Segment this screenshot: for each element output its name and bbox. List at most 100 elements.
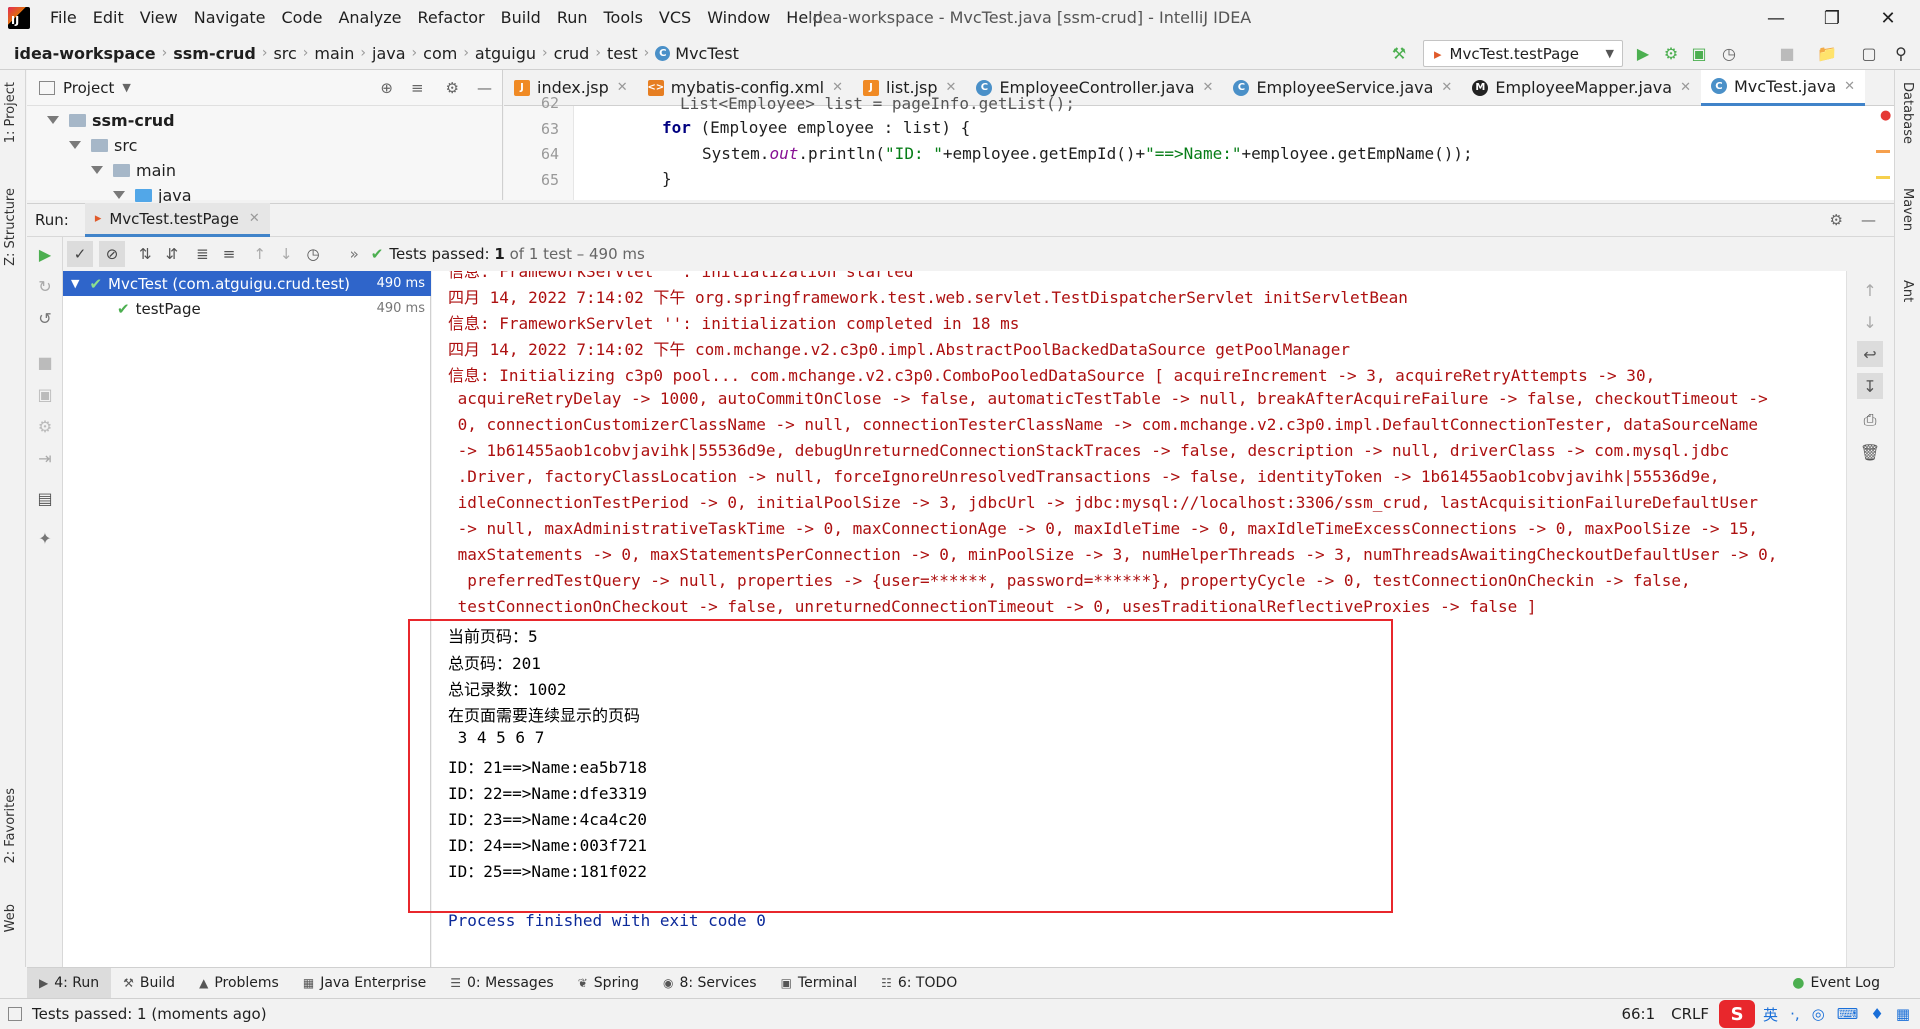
print-icon[interactable]: ⎙: [1859, 409, 1881, 431]
menu-navigate[interactable]: Navigate: [186, 0, 274, 36]
bottom-tab[interactable]: ▦ Java Enterprise: [291, 968, 438, 999]
close-icon[interactable]: ✕: [617, 80, 628, 95]
error-indicator-icon[interactable]: ●: [1880, 108, 1891, 123]
debug-icon[interactable]: ⚙: [1660, 42, 1682, 64]
breadcrumb-item[interactable]: crud: [554, 44, 590, 63]
expand-arrow-icon[interactable]: [69, 141, 81, 149]
menu-refactor[interactable]: Refactor: [410, 0, 493, 36]
punctuation-icon[interactable]: ·,: [1790, 1005, 1800, 1023]
close-icon[interactable]: ✕: [1844, 79, 1855, 94]
collapse-all-icon[interactable]: ≡: [411, 79, 424, 97]
maximize-button[interactable]: ❐: [1806, 0, 1858, 36]
keyboard-icon[interactable]: ⌨: [1837, 1005, 1859, 1023]
bottom-tab[interactable]: ☰ 0: Messages: [438, 968, 566, 999]
rerun-icon[interactable]: ▶: [34, 243, 56, 265]
breadcrumb-item[interactable]: atguigu: [475, 44, 536, 63]
arrow-up-icon[interactable]: ↑: [253, 245, 266, 263]
project-tree-item[interactable]: main: [91, 158, 176, 182]
menu-build[interactable]: Build: [493, 0, 549, 36]
test-tree-item[interactable]: ✔ testPage 490 ms: [63, 296, 431, 321]
ant-tool-tab[interactable]: Ant: [1900, 280, 1915, 302]
toolbox-icon[interactable]: ▦: [1896, 1005, 1910, 1023]
layout-icon[interactable]: ▤: [34, 487, 56, 509]
project-tool-tab[interactable]: 1: Project: [3, 82, 18, 143]
test-tree-item[interactable]: ▼ ✔ MvcTest (com.atguigu.crud.test) 490 ms: [63, 271, 431, 296]
editor-tab[interactable]: C EmployeeService.java ✕: [1223, 70, 1462, 106]
breadcrumb-item[interactable]: main: [314, 44, 354, 63]
coverage-icon[interactable]: ▣: [1688, 42, 1710, 64]
sort-duration-icon[interactable]: ⇵: [166, 245, 179, 263]
project-tree-item[interactable]: src: [69, 133, 137, 157]
sogou-ime-icon[interactable]: S: [1719, 1000, 1756, 1028]
bottom-tab[interactable]: ▣ Terminal: [769, 968, 870, 999]
menu-window[interactable]: Window: [699, 0, 778, 36]
sort-alpha-icon[interactable]: ⇅: [139, 245, 152, 263]
run-tab[interactable]: ▸ MvcTest.testPage ✕: [84, 203, 270, 237]
breadcrumb-item[interactable]: com: [423, 44, 457, 63]
bottom-tab[interactable]: ▶ 4: Run: [27, 967, 112, 999]
toggle-autotest-icon[interactable]: ↺: [34, 307, 56, 329]
structure-tool-tab[interactable]: Z: Structure: [3, 188, 18, 266]
run-icon[interactable]: ▶: [1632, 42, 1654, 64]
layout-icon[interactable]: ▢: [1858, 42, 1880, 64]
expand-arrow-icon[interactable]: ▼: [71, 277, 79, 290]
run-config-select[interactable]: ▸ MvcTest.testPage ▼: [1423, 40, 1623, 67]
search-icon[interactable]: ⚲: [1890, 42, 1912, 64]
hide-icon[interactable]: —: [477, 79, 492, 97]
arrow-down-icon[interactable]: ↓: [1859, 311, 1881, 333]
status-message[interactable]: Tests passed: 1 (moments ago): [32, 1005, 267, 1023]
web-tool-tab[interactable]: Web: [3, 904, 18, 932]
history-icon[interactable]: ◷: [306, 245, 319, 263]
project-structure-icon[interactable]: 📁: [1816, 42, 1838, 64]
event-log-button[interactable]: ● Event Log: [1792, 975, 1880, 991]
expand-arrow-icon[interactable]: [113, 191, 125, 199]
favorites-tool-tab[interactable]: 2: Favorites: [3, 788, 18, 864]
more-icon[interactable]: »: [350, 245, 359, 263]
menu-run[interactable]: Run: [549, 0, 596, 36]
locate-icon[interactable]: ⊕: [380, 79, 393, 97]
maven-tool-tab[interactable]: Maven: [1900, 188, 1915, 231]
pin-icon[interactable]: ✦: [34, 527, 56, 549]
profile-icon[interactable]: ◷: [1718, 42, 1740, 64]
export-icon[interactable]: ⇥: [34, 447, 56, 469]
bottom-tab[interactable]: ☷ 6: TODO: [869, 968, 969, 999]
code-editor[interactable]: 62 63 64 65 List<Employee> list = pageInfo.…: [504, 94, 1894, 200]
close-icon[interactable]: ✕: [1441, 80, 1452, 95]
toggle-tool-windows-icon[interactable]: [8, 1007, 22, 1021]
menu-analyze[interactable]: Analyze: [330, 0, 409, 36]
arrow-up-icon[interactable]: ↑: [1859, 279, 1881, 301]
database-tool-tab[interactable]: Database: [1900, 82, 1915, 144]
project-tree-item[interactable]: ssm-crud: [47, 108, 175, 132]
camera-icon[interactable]: ▣: [34, 383, 56, 405]
breadcrumb-item[interactable]: idea-workspace: [14, 44, 156, 63]
close-icon[interactable]: ✕: [832, 80, 843, 95]
line-separator[interactable]: CRLF: [1671, 1005, 1709, 1023]
ime-mode[interactable]: 英: [1763, 1004, 1778, 1025]
debug-icon[interactable]: ⚙: [34, 415, 56, 437]
skin-icon[interactable]: ♦: [1870, 1005, 1883, 1023]
breadcrumb-item[interactable]: ssm-crud: [173, 44, 256, 63]
editor-tab[interactable]: Jindex.jsp ✕: [504, 70, 638, 106]
bottom-tab[interactable]: ▲ Problems: [187, 968, 291, 999]
breadcrumb-item[interactable]: test: [607, 44, 638, 63]
gear-icon[interactable]: ⚙: [446, 79, 459, 97]
collapse-all-icon[interactable]: ≡: [223, 245, 236, 263]
menu-edit[interactable]: Edit: [85, 0, 132, 36]
stop-icon[interactable]: ■: [34, 351, 56, 373]
gear-icon[interactable]: ⚙: [1830, 211, 1843, 229]
expand-all-icon[interactable]: ≣: [196, 245, 209, 263]
rerun-failed-icon[interactable]: ↻: [34, 275, 56, 297]
editor-tab[interactable]: M EmployeeMapper.java ✕: [1462, 70, 1701, 106]
close-icon[interactable]: ✕: [249, 211, 260, 226]
editor-tab[interactable]: C MvcTest.java ✕: [1700, 69, 1866, 106]
bottom-tab[interactable]: ◉ 8: Services: [651, 968, 769, 999]
caret-position[interactable]: 66:1: [1621, 1005, 1655, 1023]
close-icon[interactable]: ✕: [946, 80, 957, 95]
breadcrumb-item[interactable]: src: [273, 44, 296, 63]
hide-icon[interactable]: —: [1861, 211, 1876, 229]
close-icon[interactable]: ✕: [1203, 80, 1214, 95]
project-panel-title[interactable]: Project: [63, 79, 114, 97]
expand-arrow-icon[interactable]: [47, 116, 59, 124]
menu-view[interactable]: View: [132, 0, 186, 36]
close-window-button[interactable]: ✕: [1862, 0, 1914, 36]
